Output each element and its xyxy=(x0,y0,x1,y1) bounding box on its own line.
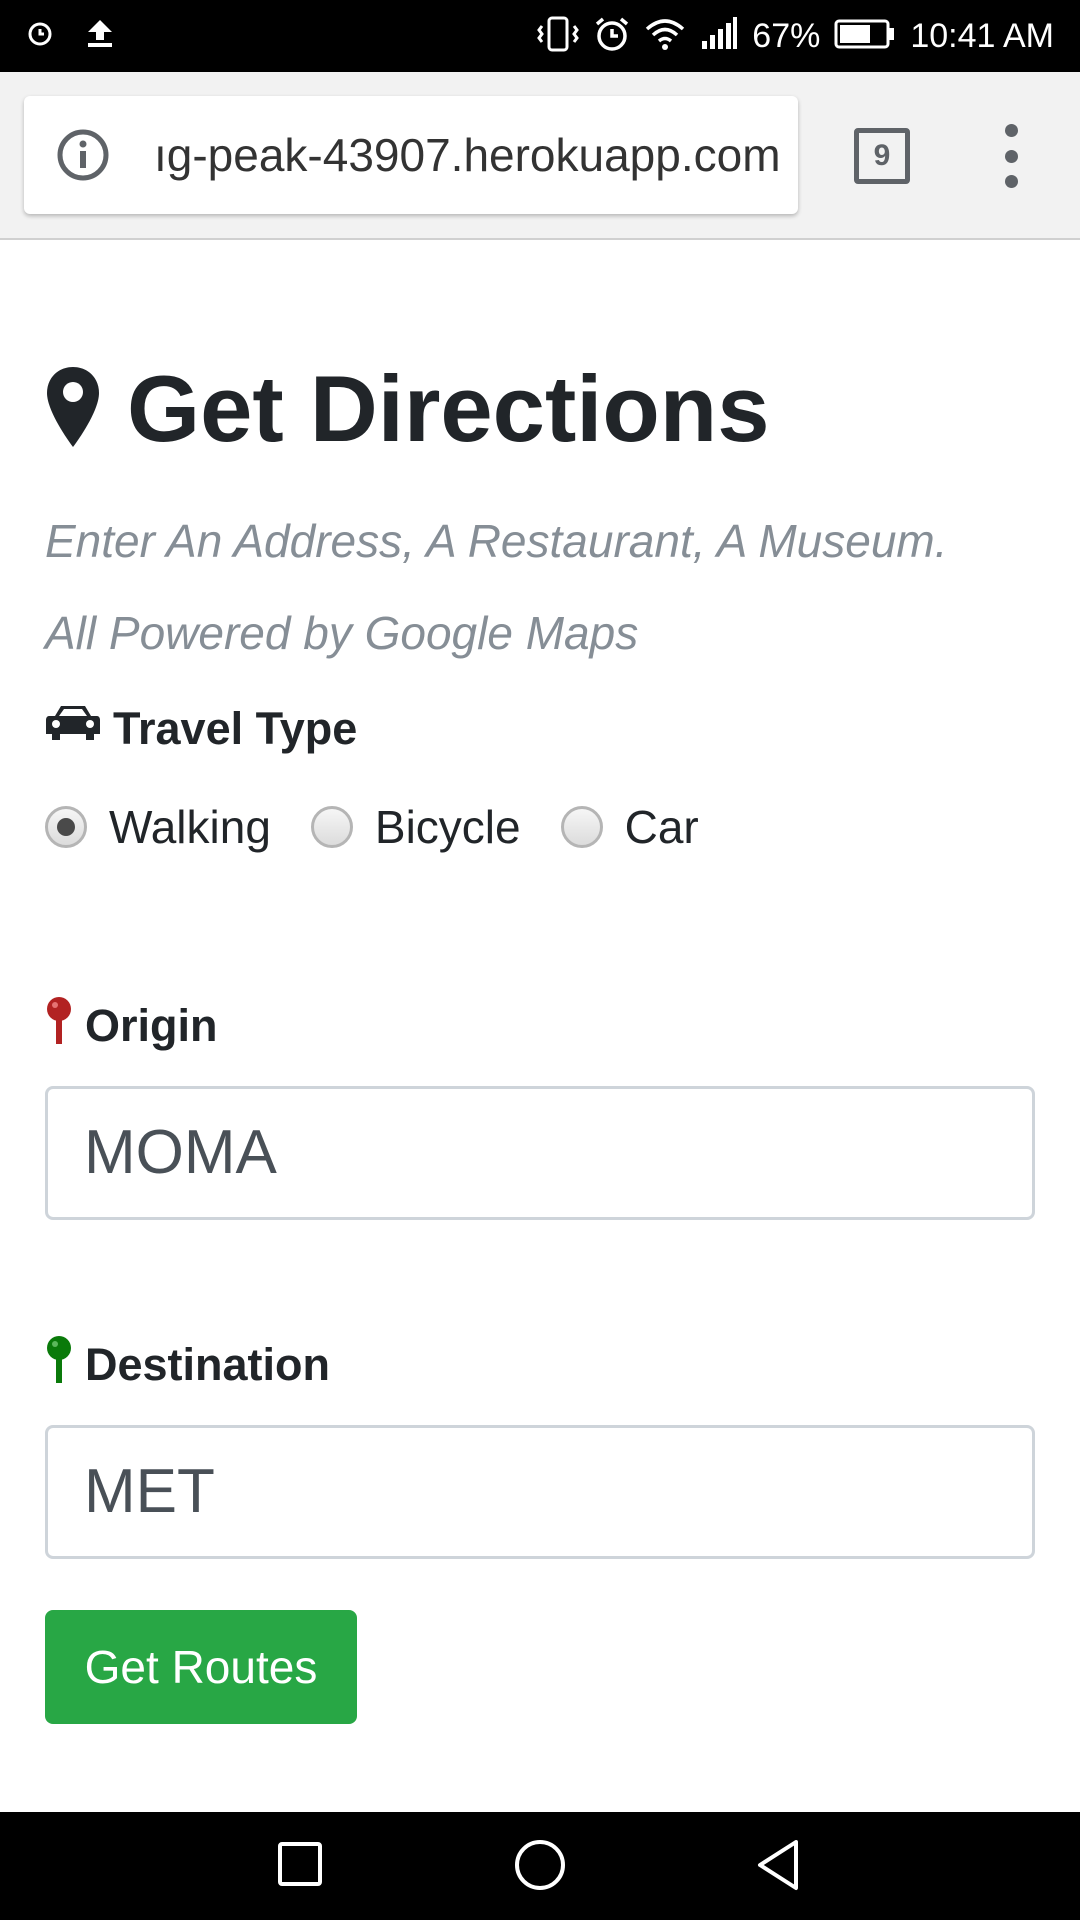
browser-toolbar: ıg-peak-43907.herokuapp.com 9 xyxy=(0,72,1080,240)
destination-label-text: Destination xyxy=(85,1338,331,1390)
destination-input[interactable]: MET xyxy=(45,1425,1035,1559)
destination-label: Destination xyxy=(45,1335,330,1394)
page-title: Get Directions xyxy=(45,362,770,456)
origin-input[interactable]: MOMA xyxy=(45,1086,1035,1220)
back-icon[interactable] xyxy=(754,1838,802,1897)
menu-dot xyxy=(1004,175,1018,188)
status-bar: 67% 10:41 AM xyxy=(0,0,1080,72)
radio-option-bicycle[interactable]: Bicycle xyxy=(310,800,521,854)
origin-label-text: Origin xyxy=(85,999,218,1051)
radio-label-walking: Walking xyxy=(109,801,271,853)
radio-label-bicycle: Bicycle xyxy=(374,801,521,853)
travel-type-text: Travel Type xyxy=(113,702,358,754)
signal-icon xyxy=(700,16,738,56)
radio-option-car[interactable]: Car xyxy=(560,800,699,854)
red-pushpin-icon xyxy=(45,996,73,1055)
alarm-icon xyxy=(26,19,54,52)
info-icon[interactable] xyxy=(56,128,110,187)
radio-option-walking[interactable]: Walking xyxy=(45,800,271,854)
overflow-menu-button[interactable] xyxy=(996,124,1026,188)
menu-dot xyxy=(1004,149,1018,163)
menu-dot xyxy=(1004,124,1018,137)
upload-icon xyxy=(86,18,114,53)
subtitle-line-2: All Powered by Google Maps xyxy=(45,607,639,659)
system-nav-bar xyxy=(0,1812,1080,1920)
address-bar[interactable]: ıg-peak-43907.herokuapp.com xyxy=(24,96,798,214)
green-pushpin-icon xyxy=(45,1335,73,1394)
battery-icon xyxy=(834,18,896,55)
url-text: ıg-peak-43907.herokuapp.com xyxy=(154,129,781,181)
home-icon[interactable] xyxy=(513,1838,567,1897)
radio-car[interactable] xyxy=(560,806,603,848)
radio-label-car: Car xyxy=(624,801,699,853)
alarm-icon xyxy=(594,16,630,57)
travel-type-radio-group: Walking Bicycle Car xyxy=(45,800,739,854)
map-marker-icon xyxy=(45,365,101,454)
recent-apps-icon[interactable] xyxy=(276,1838,324,1895)
radio-bicycle[interactable] xyxy=(310,806,353,848)
car-icon xyxy=(45,702,101,755)
tab-switcher-button[interactable]: 9 xyxy=(854,128,910,184)
vibrate-icon xyxy=(536,16,580,57)
subtitle-line-1: Enter An Address, A Restaurant, A Museum… xyxy=(45,515,948,567)
wifi-icon xyxy=(644,17,686,56)
origin-label: Origin xyxy=(45,996,218,1055)
battery-percent: 67% xyxy=(752,17,821,55)
clock: 10:41 AM xyxy=(910,17,1054,55)
radio-walking[interactable] xyxy=(45,806,87,848)
travel-type-label: Travel Type xyxy=(45,702,357,755)
page-title-text: Get Directions xyxy=(127,356,770,461)
get-routes-button[interactable]: Get Routes xyxy=(45,1610,357,1724)
